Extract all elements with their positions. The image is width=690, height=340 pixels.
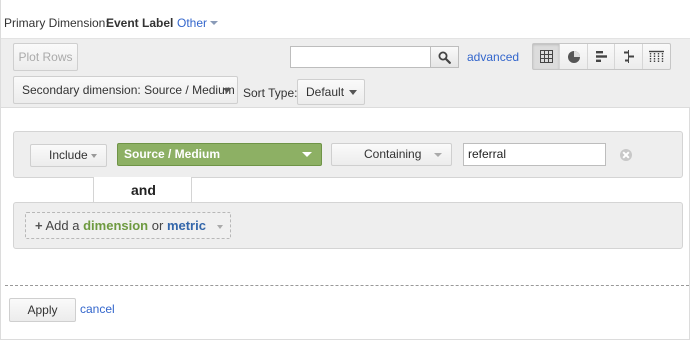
chevron-down-icon [91,154,97,158]
bar-view-button[interactable] [588,44,616,69]
add-condition-row: + Add a dimension or metric [13,202,683,249]
add-metric-word: metric [166,218,206,233]
filter-value-input[interactable]: referral [463,143,606,166]
primary-dimension-other-link[interactable]: Other [177,16,219,30]
include-label: Include [49,148,88,162]
chevron-down-icon [217,225,223,229]
bar-view-icon [595,51,607,62]
secondary-dimension-dropdown[interactable]: Secondary dimension: Source / Medium [13,76,238,104]
other-label: Other [177,16,208,30]
advanced-filter-widget: Primary Dimension: Event Label Other Plo… [0,0,690,340]
add-or-word: or [151,218,164,233]
advanced-filter-link[interactable]: advanced [467,50,519,64]
primary-dimension-label: Primary Dimension: [4,16,109,30]
include-exclude-dropdown[interactable]: Include [30,144,107,167]
chevron-down-icon [302,152,312,157]
chevron-down-icon [434,153,442,157]
table-view-button[interactable] [533,44,561,69]
add-dimension-word: dimension [83,218,149,233]
and-label: and [131,182,156,198]
pivot-view-icon [648,50,664,63]
match-type-dropdown[interactable]: Containing [331,143,452,166]
pie-view-icon [567,50,580,63]
table-view-icon [539,50,553,63]
match-type-label: Containing [364,147,422,161]
sort-type-value: Default [306,85,345,99]
chevron-down-icon [223,88,231,93]
remove-condition-icon[interactable] [620,149,632,161]
chevron-down-icon [349,90,357,95]
comparison-view-button[interactable] [615,44,643,69]
pivot-view-button[interactable] [643,44,670,69]
plot-rows-button[interactable]: Plot Rows [13,43,78,71]
secondary-dimension-label: Secondary dimension: Source / Medium [22,83,235,97]
apply-button[interactable]: Apply [9,298,76,322]
filter-dimension-label: Source / Medium [124,147,221,161]
add-dimension-or-metric-dropdown[interactable]: + Add a dimension or metric [25,212,231,239]
primary-dimension-bar: Primary Dimension: Event Label Other [1,0,690,39]
filter-condition-row: Include Source / Medium Containing refer… [13,131,683,178]
report-toolbar: Plot Rows advanced Secondary dimension: … [1,39,690,108]
search-button[interactable] [431,46,459,68]
divider [5,285,689,286]
pie-view-button[interactable] [560,44,588,69]
plus-icon: + [35,218,43,233]
sort-type-dropdown[interactable]: Default [297,79,365,105]
sort-type-label: Sort Type: [243,86,298,100]
filter-dimension-dropdown[interactable]: Source / Medium [117,143,322,166]
primary-dimension-active[interactable]: Event Label [106,16,173,30]
cancel-link[interactable]: cancel [80,302,115,316]
comparison-view-icon [623,50,634,63]
add-text: Add a [45,218,80,233]
view-switcher [532,43,671,70]
chevron-down-icon [210,21,219,25]
search-input[interactable] [290,46,431,68]
search-icon [438,51,451,64]
